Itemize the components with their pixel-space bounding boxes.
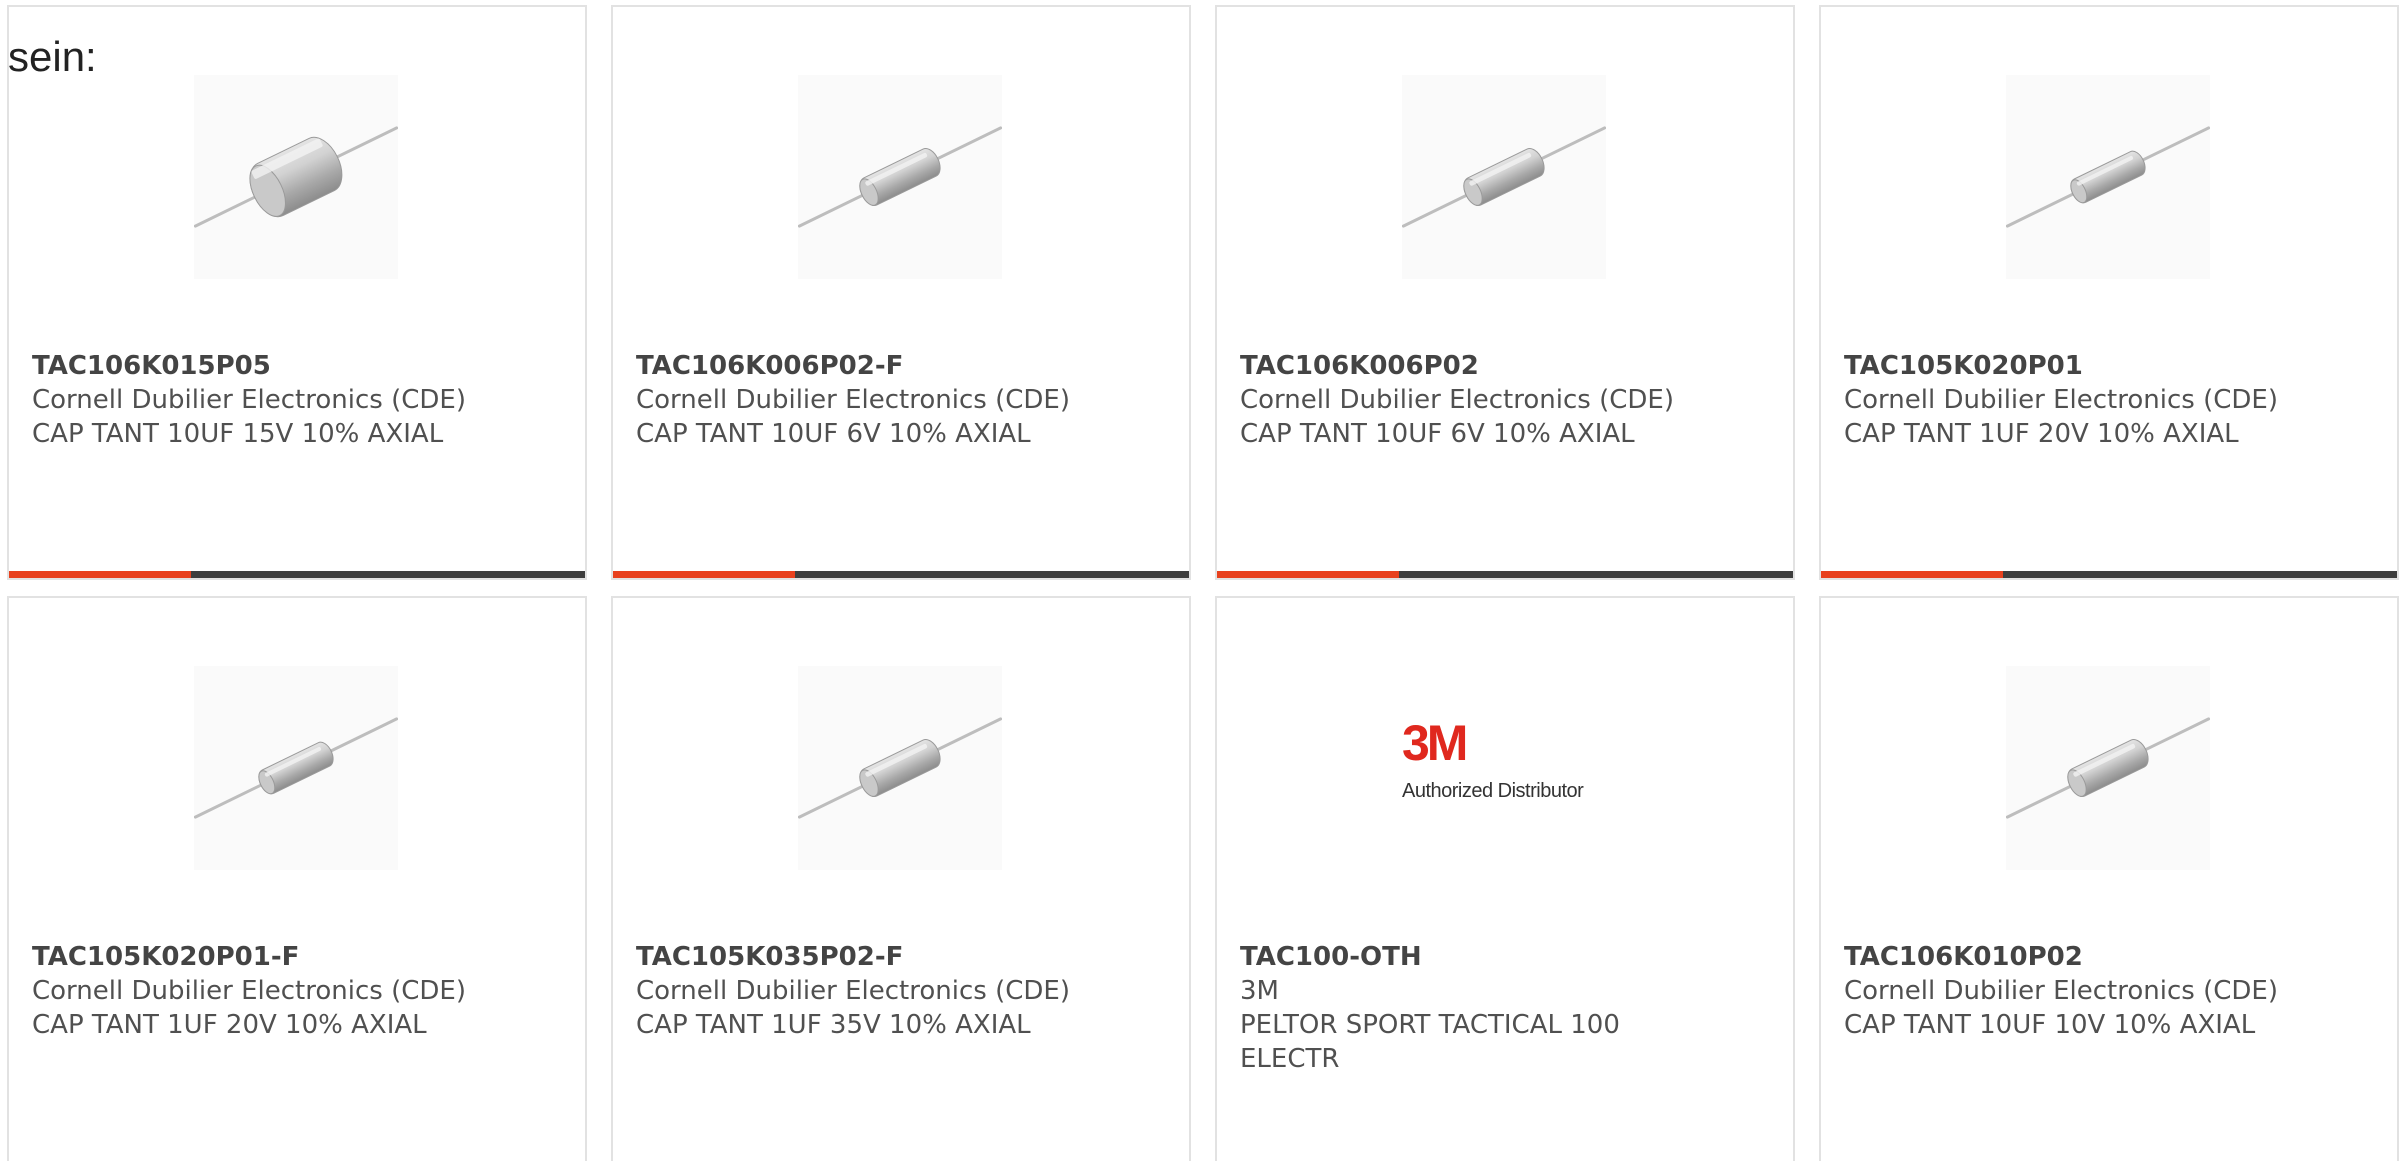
card-accent [613, 571, 795, 578]
manufacturer: Cornell Dubilier Electronics (CDE) [32, 976, 466, 1006]
description: PELTOR SPORT TACTICAL 100 ELECTR [1240, 1010, 1620, 1074]
capacitor-icon [2006, 126, 2210, 228]
card-footer-bar [613, 571, 1189, 578]
product-info: TAC105K035P02-F Cornell Dubilier Electro… [636, 940, 1169, 1042]
product-card[interactable]: TAC105K020P01 Cornell Dubilier Electroni… [1819, 5, 2399, 580]
card-accent [1821, 571, 2003, 578]
manufacturer: 3M [1240, 976, 1279, 1006]
product-info: TAC105K020P01 Cornell Dubilier Electroni… [1844, 349, 2377, 451]
capacitor-icon [194, 717, 398, 819]
description: CAP TANT 10UF 6V 10% AXIAL [1240, 419, 1635, 449]
product-image [1402, 75, 1606, 279]
card-accent [9, 571, 191, 578]
manufacturer: Cornell Dubilier Electronics (CDE) [1844, 976, 2278, 1006]
description: CAP TANT 10UF 6V 10% AXIAL [636, 419, 1031, 449]
capacitor-icon [798, 126, 1002, 228]
3m-logo: 3M Authorized Distributor [1402, 666, 1606, 870]
description: CAP TANT 1UF 20V 10% AXIAL [1844, 419, 2239, 449]
manufacturer: Cornell Dubilier Electronics (CDE) [636, 976, 1070, 1006]
3m-logo-subtitle: Authorized Distributor [1402, 780, 1584, 802]
card-footer-bar [1821, 571, 2397, 578]
product-card[interactable]: TAC105K035P02-F Cornell Dubilier Electro… [611, 596, 1191, 1161]
product-info: TAC106K006P02 Cornell Dubilier Electroni… [1240, 349, 1773, 451]
description: CAP TANT 1UF 20V 10% AXIAL [32, 1010, 427, 1040]
capacitor-icon [798, 717, 1002, 819]
3m-logo-mark: 3M [1402, 715, 1468, 771]
product-info: TAC106K015P05 Cornell Dubilier Electroni… [32, 349, 565, 451]
capacitor-icon [2006, 717, 2210, 819]
manufacturer: Cornell Dubilier Electronics (CDE) [1844, 385, 2278, 415]
card-footer-bar [1217, 571, 1793, 578]
capacitor-icon [194, 126, 398, 228]
product-grid: TAC106K015P05 Cornell Dubilier Electroni… [7, 5, 2399, 1161]
product-image [798, 75, 1002, 279]
description: CAP TANT 10UF 10V 10% AXIAL [1844, 1010, 2256, 1040]
card-footer-bar [9, 571, 585, 578]
part-number[interactable]: TAC106K006P02 [1240, 349, 1773, 383]
manufacturer: Cornell Dubilier Electronics (CDE) [636, 385, 1070, 415]
product-info: TAC106K006P02-F Cornell Dubilier Electro… [636, 349, 1169, 451]
product-image [2006, 666, 2210, 870]
intro-text: sein: [8, 33, 97, 80]
product-card[interactable]: 3M Authorized Distributor TAC100-OTH 3M … [1215, 596, 1795, 1161]
description: CAP TANT 10UF 15V 10% AXIAL [32, 419, 444, 449]
product-info: TAC106K010P02 Cornell Dubilier Electroni… [1844, 940, 2377, 1042]
card-accent [1217, 571, 1399, 578]
product-card[interactable]: TAC106K015P05 Cornell Dubilier Electroni… [7, 5, 587, 580]
product-image [2006, 75, 2210, 279]
part-number[interactable]: TAC105K035P02-F [636, 940, 1169, 974]
product-image [194, 666, 398, 870]
product-card[interactable]: TAC105K020P01-F Cornell Dubilier Electro… [7, 596, 587, 1161]
product-card[interactable]: TAC106K006P02-F Cornell Dubilier Electro… [611, 5, 1191, 580]
product-image [194, 75, 398, 279]
capacitor-icon [1402, 126, 1606, 228]
manufacturer: Cornell Dubilier Electronics (CDE) [32, 385, 466, 415]
part-number[interactable]: TAC105K020P01 [1844, 349, 2377, 383]
part-number[interactable]: TAC106K006P02-F [636, 349, 1169, 383]
part-number[interactable]: TAC100-OTH [1240, 940, 1773, 974]
page: sein: TAC106K015P05 Cornell Dubilier Ele… [0, 0, 2400, 1161]
product-card[interactable]: TAC106K006P02 Cornell Dubilier Electroni… [1215, 5, 1795, 580]
product-image [798, 666, 1002, 870]
part-number[interactable]: TAC105K020P01-F [32, 940, 565, 974]
part-number[interactable]: TAC106K015P05 [32, 349, 565, 383]
description: CAP TANT 1UF 35V 10% AXIAL [636, 1010, 1031, 1040]
part-number[interactable]: TAC106K010P02 [1844, 940, 2377, 974]
manufacturer: Cornell Dubilier Electronics (CDE) [1240, 385, 1674, 415]
product-card[interactable]: TAC106K010P02 Cornell Dubilier Electroni… [1819, 596, 2399, 1161]
product-info: TAC105K020P01-F Cornell Dubilier Electro… [32, 940, 565, 1042]
product-info: TAC100-OTH 3M PELTOR SPORT TACTICAL 100 … [1240, 940, 1773, 1076]
